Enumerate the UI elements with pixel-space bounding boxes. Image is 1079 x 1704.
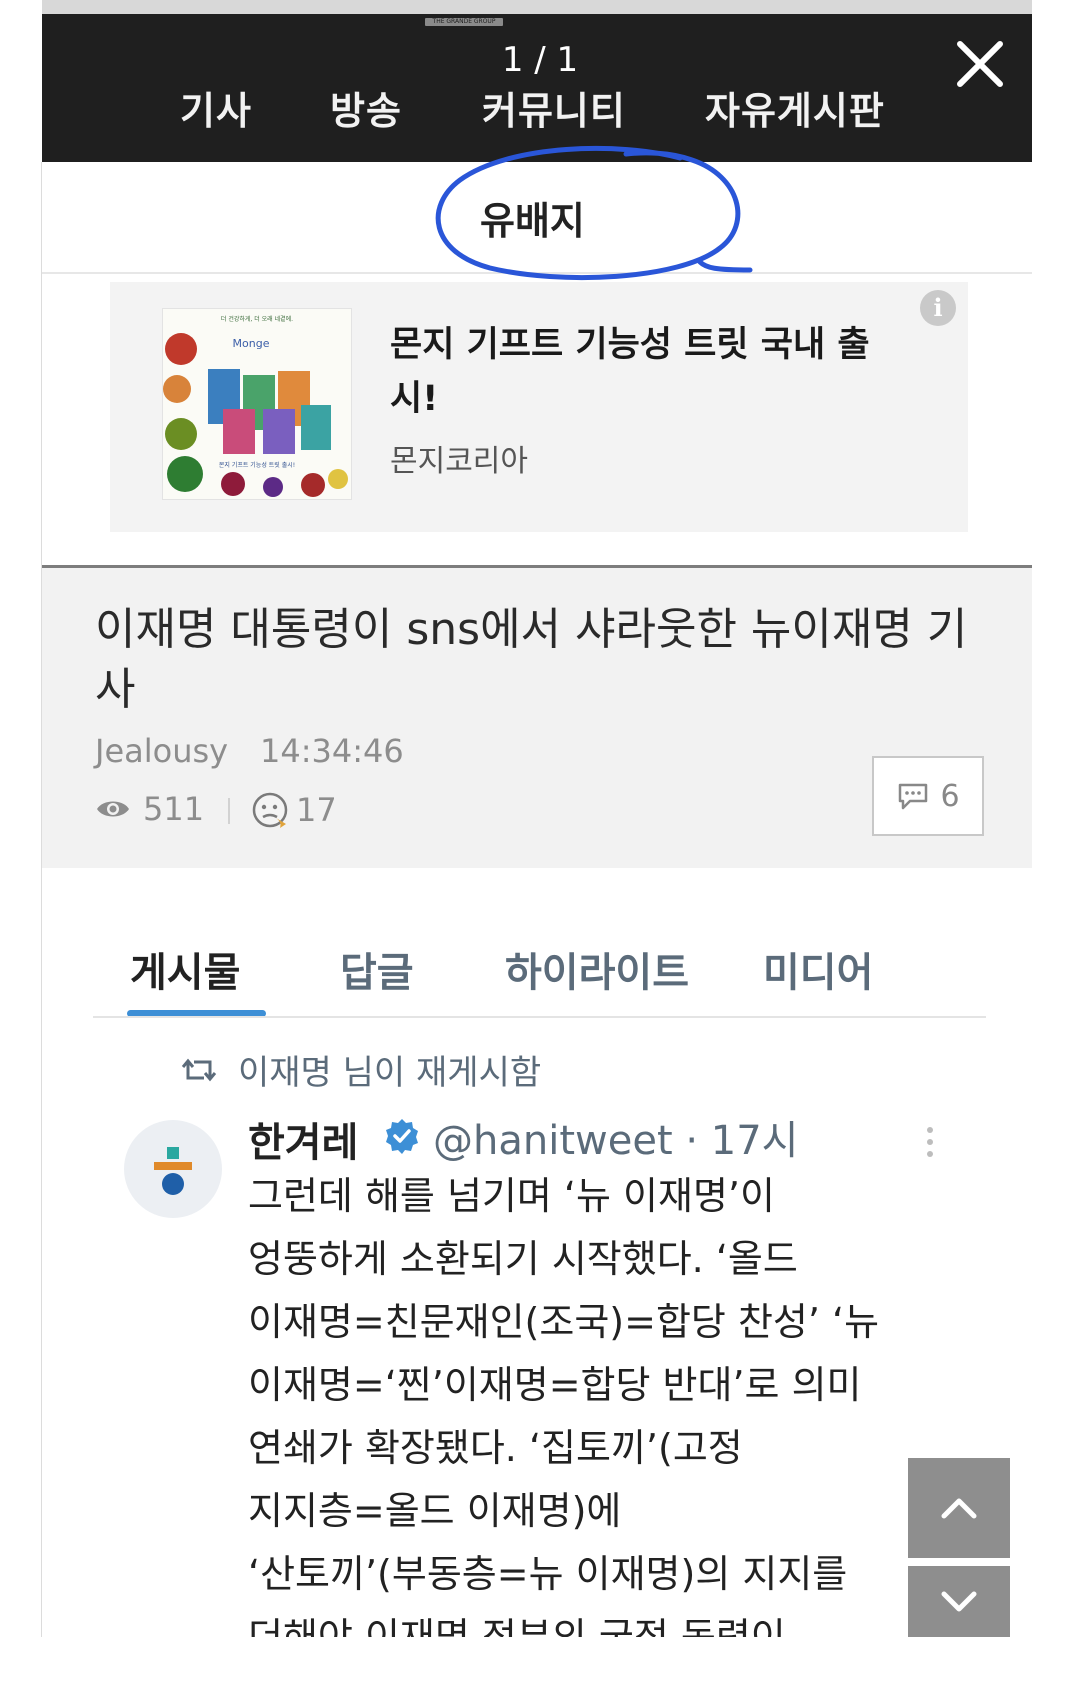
- post-title: 이재명 대통령이 sns에서 샤라웃한 뉴이재명 기사: [95, 604, 968, 715]
- ad-image: 더 건강하게, 더 오래 네곁에. Monge 몬지 기프트 기능성 트릿 출시…: [162, 308, 352, 500]
- post-likes: 17: [250, 790, 337, 830]
- likes-count: 17: [296, 791, 337, 829]
- account-name[interactable]: 한겨레: [248, 1110, 358, 1168]
- scroll-to-top-button[interactable]: [908, 1458, 1010, 1558]
- tabs-divider: [93, 1016, 986, 1018]
- chevron-up-icon: [941, 1498, 977, 1519]
- page-left-border: [41, 162, 42, 1637]
- retweet-indicator: 이재명 님이 재게시함: [180, 1045, 541, 1094]
- tweet-body: 그런데 해를 넘기며 ‘뉴 이재명’이 엉뚱하게 소환되기 시작했다. ‘올드 …: [248, 1174, 880, 1659]
- info-icon[interactable]: i: [920, 290, 956, 326]
- ad-sponsor: 몬지코리아: [390, 444, 528, 479]
- ad-image-slogan: 더 건강하게, 더 오래 네곁에.: [221, 315, 293, 323]
- nav-tab-community[interactable]: 커뮤니티: [482, 80, 626, 135]
- post-views: 511: [95, 790, 204, 828]
- like-emoji-icon: [252, 792, 288, 828]
- avatar-logo: [154, 1147, 192, 1195]
- nav-tab-broadcast[interactable]: 방송: [330, 80, 402, 135]
- retweet-text: 이재명 님이 재게시함: [238, 1053, 542, 1093]
- avatar[interactable]: [124, 1120, 222, 1218]
- scroll-to-bottom-button[interactable]: [908, 1566, 1010, 1638]
- board-title[interactable]: 유배지: [480, 190, 585, 245]
- comment-icon: [899, 783, 928, 810]
- post-time: 14:34:46: [260, 732, 404, 770]
- bottom-crop: [0, 1637, 1079, 1704]
- retweet-icon: [181, 1058, 217, 1081]
- top-strip: [42, 0, 1032, 14]
- tab-media[interactable]: 미디어: [763, 940, 873, 998]
- close-icon: [957, 41, 1003, 87]
- ad-image-caption: 몬지 기프트 기능성 트릿 출시!: [219, 461, 295, 469]
- ad-title[interactable]: 몬지 기프트 기능성 트릿 국내 출시!: [390, 318, 910, 426]
- meta-separator: [228, 798, 230, 824]
- nav-tab-free-board[interactable]: 자유게시판: [705, 80, 885, 135]
- nav-tab-articles[interactable]: 기사: [180, 80, 252, 135]
- page-counter: 1 / 1: [501, 40, 579, 80]
- tab-replies[interactable]: 답글: [340, 940, 414, 998]
- chevron-down-icon: [941, 1591, 977, 1612]
- comment-count-button[interactable]: 6: [872, 756, 984, 836]
- verified-badge-icon: [386, 1119, 418, 1154]
- post-author[interactable]: Jealousy: [95, 732, 228, 770]
- ad-image-brand: Monge: [233, 337, 270, 350]
- tab-highlights[interactable]: 하이라이트: [505, 940, 689, 998]
- comment-count: 6: [940, 778, 960, 814]
- eye-icon: [97, 801, 129, 817]
- more-icon[interactable]: [925, 1122, 935, 1162]
- close-button[interactable]: [950, 34, 1010, 94]
- handle-and-time: @hanitweet · 17시: [433, 1118, 799, 1164]
- tab-posts[interactable]: 게시물: [130, 940, 240, 998]
- ad-product-illustration: 더 건강하게, 더 오래 네곁에. Monge 몬지 기프트 기능성 트릿 출시…: [163, 309, 351, 499]
- brand-logo: THE GRANDE GROUP: [425, 18, 503, 26]
- views-count: 511: [143, 790, 205, 828]
